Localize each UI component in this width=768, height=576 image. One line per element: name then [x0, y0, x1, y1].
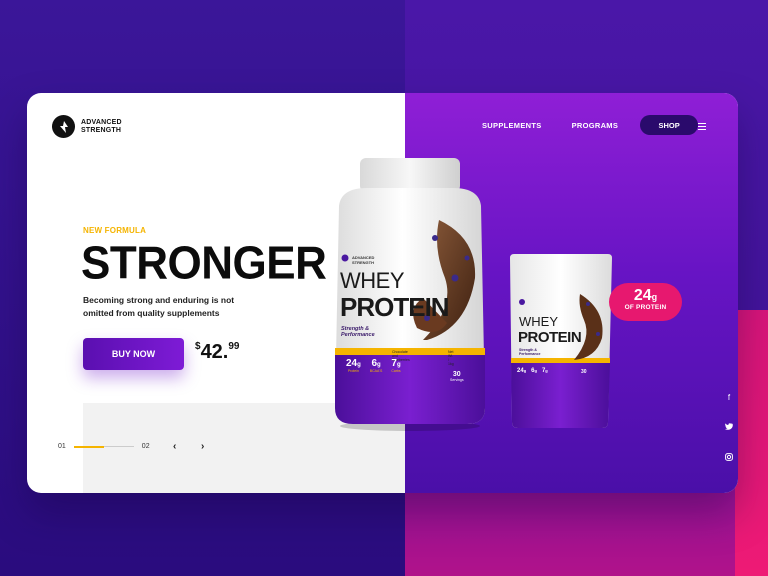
nav-link-programs[interactable]: PROGRAMS [572, 121, 619, 130]
jar-line1: WHEY [340, 268, 405, 293]
stat-unit: g [357, 362, 361, 368]
stat-unit: g [523, 368, 527, 373]
slide-progress-track[interactable] [73, 446, 134, 448]
hero-subtitle: Becoming strong and enduring is not omit… [83, 295, 235, 318]
price-cents: 99 [228, 341, 240, 352]
protein-badge: 24g OF PROTEIN [609, 283, 682, 321]
badge-label: OF PROTEIN [624, 304, 667, 311]
pouch-line1: WHEY [519, 314, 558, 329]
stat-unit: g [545, 368, 548, 373]
slide-indicator: 01 02 [58, 443, 150, 450]
chevron-right-icon[interactable]: › [201, 441, 204, 452]
pouch-tagline: Strength & Performance [519, 348, 541, 356]
slide-progress-fill [73, 446, 104, 448]
pouch-line2: PROTEIN [518, 329, 582, 346]
buy-now-button[interactable]: BUY NOW [83, 338, 184, 370]
shop-button[interactable]: SHOP [640, 115, 699, 135]
jar-stat: 6g BCAA'S [370, 358, 383, 373]
main-nav: SUPPLEMENTS PROGRAMS SHOP [482, 115, 699, 135]
pouch-stat: 6g [531, 368, 537, 374]
stat-label: Protein [347, 369, 359, 373]
badge-value-row: 24g [609, 287, 682, 305]
pouch-stat: 7g [542, 368, 548, 374]
brand-name-line2: STRENGTH [81, 126, 122, 134]
pouch-servings: 30 [581, 369, 587, 375]
nav-link-supplements[interactable]: SUPPLEMENTS [482, 121, 542, 130]
stat-unit: g [396, 362, 401, 368]
price-main: 42. [200, 341, 229, 363]
twitter-icon[interactable] [724, 423, 734, 433]
menu-icon[interactable] [698, 123, 706, 131]
facebook-icon[interactable]: f [724, 393, 734, 403]
servings-label: Servings [450, 378, 464, 382]
stat-unit: g [534, 368, 537, 373]
stat-label: BCAA'S [369, 369, 383, 373]
slide-current: 01 [58, 443, 66, 450]
stat-value: 24 [517, 368, 524, 374]
slide-next: 02 [141, 443, 150, 450]
jar-net: Net Wt. / 1kg [448, 350, 454, 366]
stat-value: 24 [346, 358, 358, 369]
jar-line2: PROTEIN [340, 292, 450, 322]
jar-brand: ADVANCED STRENGTH [352, 255, 375, 265]
badge-unit: g [651, 292, 658, 302]
jar-stat: 24g Protein [346, 358, 361, 373]
servings-value: 30 [452, 371, 461, 378]
jar-tagline: Strength & Performance [341, 326, 375, 338]
jar-servings: 30 Servings [450, 371, 464, 382]
stat-label: Carbs [391, 369, 401, 373]
jar-stat: 7g Carbs [391, 358, 400, 373]
brand-name: ADVANCED STRENGTH [81, 119, 122, 135]
brand-logo[interactable]: ADVANCED STRENGTH [52, 115, 122, 138]
jar-stats: 24g Protein 6g BCAA'S 7g Carbs [346, 358, 401, 373]
stat-unit: g [377, 362, 381, 368]
hero-eyebrow: NEW FORMULA [83, 226, 147, 235]
badge-value: 24 [633, 287, 652, 304]
price: $42.99 [195, 341, 240, 364]
chevron-left-icon[interactable]: ‹ [173, 441, 176, 452]
logo-mark-icon [52, 115, 75, 138]
pouch-stat: 24g [517, 368, 526, 374]
hero-headline: STRONGER [81, 237, 327, 290]
instagram-icon[interactable] [724, 453, 734, 463]
brand-name-line1: ADVANCED [81, 118, 122, 126]
pouch-stats: 24g 6g 7g [517, 368, 548, 374]
